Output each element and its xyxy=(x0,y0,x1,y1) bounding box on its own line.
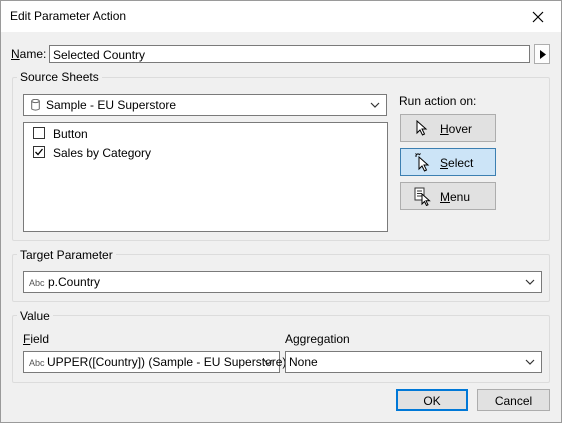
datasource-value: Sample - EU Superstore xyxy=(46,98,177,112)
button-sheet-checkbox[interactable] xyxy=(33,127,45,139)
triangle-right-icon xyxy=(540,50,546,59)
database-icon xyxy=(31,99,40,111)
checkmark-icon xyxy=(35,148,44,156)
hover-button[interactable]: Hover xyxy=(400,114,496,142)
name-input[interactable]: Selected Country xyxy=(49,45,530,63)
sheet-label: Sales by Category xyxy=(53,146,152,160)
chevron-down-icon xyxy=(263,359,273,365)
chevron-down-icon xyxy=(525,359,535,365)
field-label: Field xyxy=(23,332,50,346)
abc-type-icon: Abc xyxy=(29,358,45,368)
click-cursor-icon xyxy=(415,153,430,172)
cursor-icon xyxy=(416,120,428,136)
aggregation-label: Aggregation xyxy=(285,332,350,346)
source-sheets-list: Button Sales by Category xyxy=(23,122,388,232)
hover-label: Hover xyxy=(440,122,473,136)
close-button[interactable] xyxy=(515,1,561,32)
chevron-down-icon xyxy=(370,102,380,108)
close-icon xyxy=(532,11,544,22)
target-parameter-title: Target Parameter xyxy=(17,248,116,262)
dialog-title: Edit Parameter Action xyxy=(10,9,127,23)
edit-parameter-action-dialog: Edit Parameter Action Name: Selected Cou… xyxy=(0,0,562,423)
menu-button[interactable]: Menu xyxy=(400,182,496,210)
select-button[interactable]: Select xyxy=(400,148,496,176)
run-action-label: Run action on: xyxy=(399,94,477,108)
ok-button[interactable]: OK xyxy=(396,389,468,411)
ok-label: OK xyxy=(423,394,441,408)
cancel-button[interactable]: Cancel xyxy=(477,389,550,411)
source-sheets-title: Source Sheets xyxy=(17,70,102,84)
select-label: Select xyxy=(440,156,474,170)
abc-type-icon: Abc xyxy=(29,278,45,288)
field-value: UPPER([Country]) (Sample - EU Superstore… xyxy=(47,355,287,369)
datasource-select[interactable]: Sample - EU Superstore xyxy=(23,94,387,116)
menu-cursor-icon xyxy=(414,187,431,206)
target-parameter-value: p.Country xyxy=(48,275,101,289)
aggregation-value: None xyxy=(289,355,318,369)
field-select[interactable]: Abc UPPER([Country]) (Sample - EU Supers… xyxy=(23,351,286,373)
sheet-label: Button xyxy=(53,127,88,141)
name-menu-button[interactable] xyxy=(534,44,550,64)
target-parameter-select[interactable]: Abc p.Country xyxy=(23,271,542,293)
aggregation-select[interactable]: None xyxy=(285,351,542,373)
title-bar: Edit Parameter Action xyxy=(1,1,561,32)
value-title: Value xyxy=(17,309,53,323)
name-label: Name: xyxy=(11,47,47,61)
cancel-label: Cancel xyxy=(494,394,533,408)
sales-by-category-checkbox[interactable] xyxy=(33,146,45,158)
chevron-down-icon xyxy=(525,279,535,285)
menu-label: Menu xyxy=(440,190,471,204)
list-item[interactable]: Sales by Category xyxy=(24,143,387,163)
list-item[interactable]: Button xyxy=(24,123,387,143)
